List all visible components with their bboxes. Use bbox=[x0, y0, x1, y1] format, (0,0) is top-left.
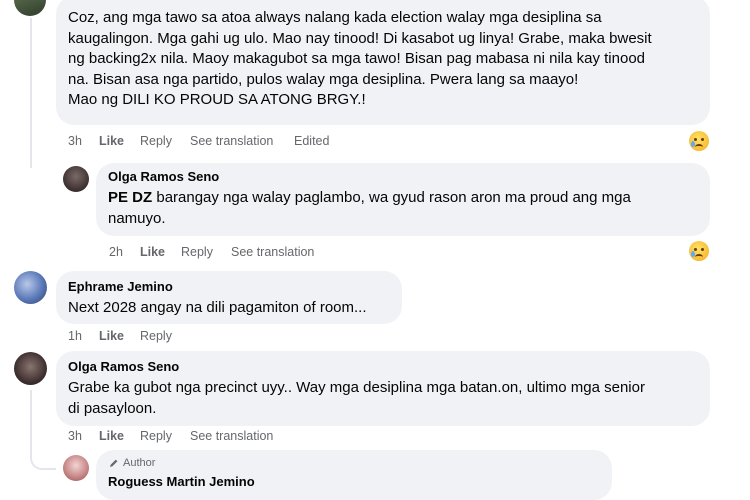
pencil-icon bbox=[110, 459, 118, 467]
author-badge-label: Author bbox=[123, 457, 156, 469]
comment-bubble: Coz, ang mga tawo sa atoa always nalang … bbox=[56, 0, 710, 125]
comment-actions: 2h Like Reply See translation bbox=[109, 244, 409, 260]
sad-face-icon[interactable] bbox=[689, 241, 709, 261]
see-translation-link[interactable]: See translation bbox=[190, 133, 273, 149]
timestamp[interactable]: 1h bbox=[68, 328, 82, 344]
author-name[interactable]: Ephrame Jemino bbox=[68, 279, 390, 295]
avatar[interactable] bbox=[63, 455, 89, 481]
avatar[interactable] bbox=[14, 271, 47, 304]
like-button[interactable]: Like bbox=[99, 133, 124, 149]
reply-button[interactable]: Reply bbox=[140, 328, 172, 344]
see-translation-link[interactable]: See translation bbox=[190, 428, 273, 444]
see-translation-link[interactable]: See translation bbox=[231, 244, 314, 260]
like-button[interactable]: Like bbox=[99, 428, 124, 444]
comment-actions: 3h Like Reply See translation bbox=[68, 428, 368, 444]
comment-actions: 1h Like Reply bbox=[68, 328, 268, 344]
timestamp[interactable]: 3h bbox=[68, 133, 82, 149]
sad-face-icon[interactable] bbox=[689, 131, 709, 151]
edited-label: Edited bbox=[294, 134, 330, 148]
author-badge: Author bbox=[108, 456, 600, 470]
author-name[interactable]: Olga Ramos Seno bbox=[108, 169, 698, 185]
comment-actions: 3h Like Reply See translation Edited bbox=[68, 133, 368, 149]
thread-line bbox=[30, 18, 32, 168]
reply-button[interactable]: Reply bbox=[140, 428, 172, 444]
thread-line bbox=[30, 390, 32, 445]
comment-bubble: Author Roguess Martin Jemino bbox=[96, 450, 612, 500]
comment-text: Coz, ang mga tawo sa atoa always nalang … bbox=[68, 9, 652, 108]
comment-bubble: Olga Ramos Seno Grabe ka gubot nga preci… bbox=[56, 351, 710, 426]
comment-text: Grabe ka gubot nga precinct uyy.. Way mg… bbox=[68, 379, 645, 417]
timestamp[interactable]: 2h bbox=[109, 244, 123, 260]
author-name[interactable]: Olga Ramos Seno bbox=[68, 359, 698, 375]
comment-bubble: Olga Ramos Seno PE DZ barangay nga walay… bbox=[96, 163, 710, 236]
reply-button[interactable]: Reply bbox=[181, 244, 213, 260]
thread-line-curve bbox=[30, 440, 56, 470]
timestamp[interactable]: 3h bbox=[68, 428, 82, 444]
avatar[interactable] bbox=[63, 166, 89, 192]
like-button[interactable]: Like bbox=[140, 244, 165, 260]
comment-text: Next 2028 angay na dili pagamiton of roo… bbox=[68, 299, 367, 316]
comment-bubble: Ephrame Jemino Next 2028 angay na dili p… bbox=[56, 271, 402, 324]
author-name[interactable]: Roguess Martin Jemino bbox=[108, 474, 600, 490]
avatar[interactable] bbox=[14, 0, 46, 16]
reply-button[interactable]: Reply bbox=[140, 133, 172, 149]
mention-tag[interactable]: PE DZ bbox=[108, 189, 152, 206]
comment-text: PE DZ barangay nga walay paglambo, wa gy… bbox=[108, 188, 698, 229]
like-button[interactable]: Like bbox=[99, 328, 124, 344]
comment-text-body: barangay nga walay paglambo, wa gyud ras… bbox=[108, 189, 631, 227]
avatar[interactable] bbox=[14, 352, 47, 385]
